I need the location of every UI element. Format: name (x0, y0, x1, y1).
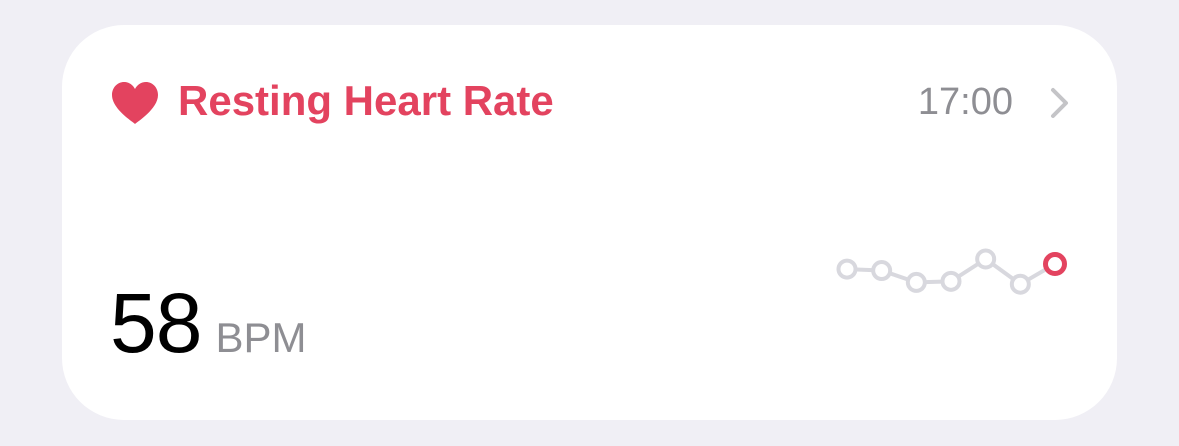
sparkline-segment (914, 279, 953, 285)
sparkline-point (836, 258, 858, 280)
sparkline-segment (879, 268, 919, 285)
sparkline-point (1009, 273, 1031, 295)
timestamp: 17:00 (917, 81, 1013, 123)
heart-icon (112, 82, 158, 124)
card-title: Resting Heart Rate (178, 77, 554, 124)
sparkline-point (975, 248, 997, 270)
heart-rate-unit: BPM (215, 314, 307, 361)
heart-rate-value: 58 (110, 276, 202, 370)
heart-rate-reading: 58 BPM (110, 275, 306, 371)
sparkline-segment (949, 257, 988, 284)
sparkline-segment (845, 267, 884, 273)
sparkline-point (905, 271, 927, 293)
sparkline-point (871, 260, 893, 282)
sparkline-segment (1018, 262, 1057, 287)
sparkline-segment (983, 257, 1023, 287)
sparkline-point (940, 270, 962, 292)
sparkline-point-current (1043, 252, 1067, 277)
chevron-right-icon (1051, 88, 1068, 118)
resting-heart-rate-card[interactable]: Resting Heart Rate 17:00 58 BPM (62, 25, 1117, 420)
